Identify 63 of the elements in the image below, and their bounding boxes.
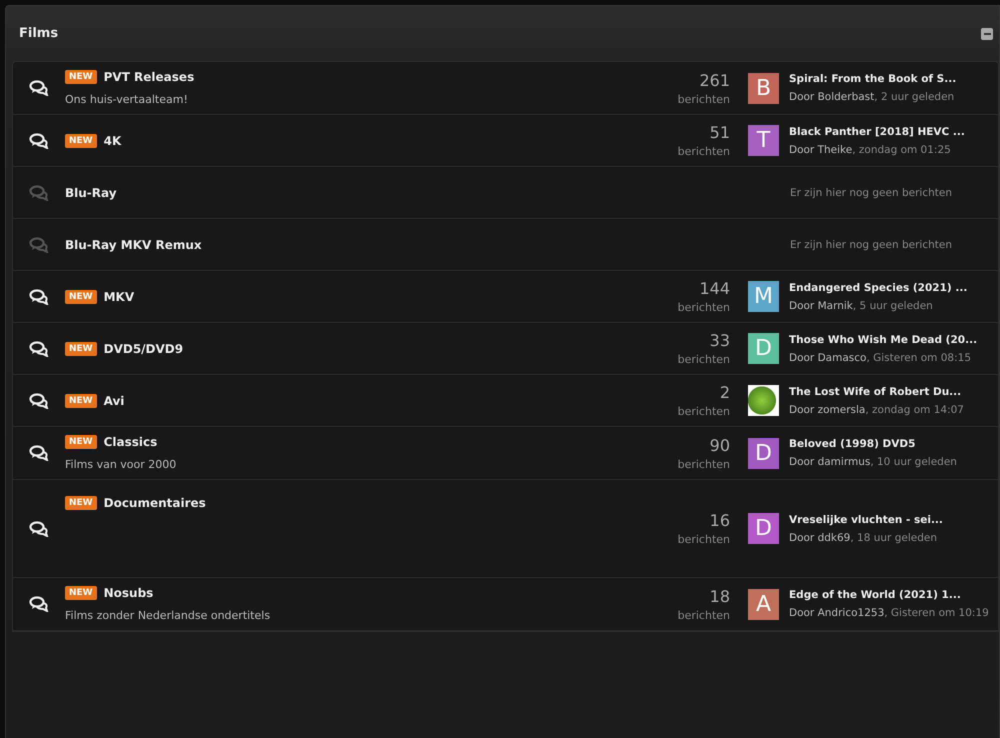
post-count: 144 — [698, 279, 730, 298]
no-posts-text: Er zijn hier nog geen berichten — [790, 238, 953, 250]
new-badge: NEW — [65, 134, 97, 148]
new-badge: NEW — [65, 435, 97, 449]
post-count-label: berichten — [676, 533, 730, 546]
new-badge: NEW — [65, 586, 97, 600]
forum-title-link[interactable]: DVD5/DVD9 — [104, 342, 184, 356]
forum-description: Ons huis-vertaalteam! — [65, 93, 189, 106]
last-post-link[interactable]: Beloved (1998) DVD5 — [789, 438, 957, 450]
last-post-meta: Door Theike, zondag om 01:25 — [789, 144, 952, 156]
last-post-link[interactable]: Black Panther [2018] HEVC ... — [789, 126, 965, 138]
new-badge: NEW — [65, 496, 97, 510]
user-avatar[interactable]: A — [748, 588, 779, 620]
post-count-label: berichten — [676, 458, 730, 470]
last-post-link[interactable]: Spiral: From the Book of S... — [789, 73, 956, 85]
panel-title: Films — [19, 26, 58, 41]
last-post-link[interactable]: Those Who Wish Me Dead (20... — [789, 334, 978, 346]
post-count-label: berichten — [676, 145, 730, 158]
last-post-meta: Door zomersla, zondag om 14:07 — [789, 404, 964, 416]
forum-title-link[interactable]: 4K — [104, 134, 122, 148]
forum-title-link[interactable]: PVT Releases — [104, 70, 194, 84]
forum-title-link[interactable]: Documentaires — [104, 496, 206, 510]
forum-title-link[interactable]: Blu-Ray MKV Remux — [65, 238, 202, 252]
forum-title-link[interactable]: Avi — [104, 394, 124, 408]
collapse-button[interactable] — [981, 28, 993, 40]
user-avatar[interactable]: T — [748, 125, 779, 156]
post-count: 261 — [698, 70, 730, 90]
last-post-link[interactable]: Endangered Species (2021) ... — [789, 282, 968, 294]
post-count: 2 — [718, 383, 730, 402]
forum-description: Films van voor 2000 — [65, 458, 178, 471]
post-count-label: berichten — [676, 353, 730, 366]
post-count: 18 — [708, 586, 730, 606]
new-badge: NEW — [65, 70, 97, 84]
last-post-meta: Door Bolderbast, 2 uur geleden — [789, 91, 956, 103]
no-posts-text: Er zijn hier nog geen berichten — [790, 186, 953, 198]
new-badge: NEW — [65, 394, 97, 408]
new-badge: NEW — [65, 342, 97, 356]
post-count: 90 — [708, 436, 730, 454]
last-post-meta: Door Andrico1253, Gisteren om 10:19 — [789, 607, 989, 619]
photo-placeholder[interactable] — [748, 385, 779, 416]
last-post-link[interactable]: Vreselijke vluchten - sei... — [789, 514, 943, 526]
user-avatar[interactable]: B — [748, 72, 779, 104]
post-count-label: berichten — [676, 405, 730, 418]
last-post-link[interactable]: The Lost Wife of Robert Du... — [789, 386, 964, 398]
user-avatar[interactable]: D — [748, 513, 779, 544]
post-count-label: berichten — [676, 301, 730, 314]
forum-title-link[interactable]: Classics — [104, 435, 158, 449]
new-badge: NEW — [65, 290, 97, 304]
forum-title-link[interactable]: Nosubs — [104, 586, 154, 600]
forum-description: Films zonder Nederlandse ondertitels — [65, 609, 272, 622]
post-count-label: berichten — [676, 92, 730, 106]
last-post-link[interactable]: Edge of the World (2021) 1... — [789, 589, 989, 601]
post-count: 51 — [708, 123, 730, 142]
user-avatar[interactable]: D — [748, 438, 779, 468]
post-count-label: berichten — [676, 608, 730, 622]
forum-title-link[interactable]: Blu-Ray — [65, 186, 117, 200]
last-post-meta: Door Damasco, Gisteren om 08:15 — [789, 352, 972, 364]
post-count: 16 — [708, 511, 730, 530]
last-post-meta: Door ddk69, 18 uur geleden — [789, 532, 938, 544]
forum-title-link[interactable]: MKV — [104, 290, 134, 304]
last-post-meta: Door damirmus, 10 uur geleden — [789, 456, 957, 468]
post-count: 33 — [708, 331, 730, 350]
last-post-meta: Door Marnik, 5 uur geleden — [789, 300, 934, 312]
